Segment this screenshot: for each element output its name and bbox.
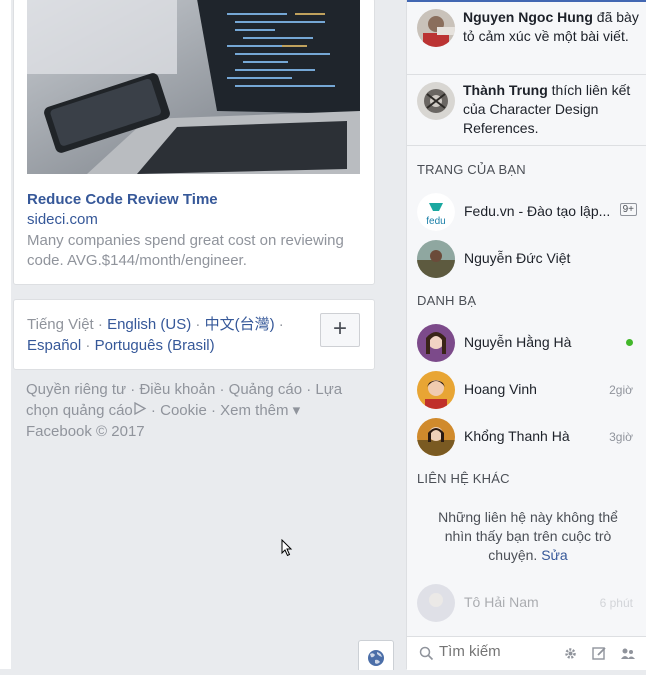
contact-item[interactable]: Khổng Thanh Hà 3giờ xyxy=(407,415,646,459)
gear-icon[interactable] xyxy=(563,646,578,666)
footer-advertising-link[interactable]: Quảng cáo xyxy=(229,381,302,398)
caret-down-icon: ▾ xyxy=(288,402,301,419)
avatar[interactable] xyxy=(417,9,455,47)
avatar[interactable] xyxy=(417,82,455,120)
page-name[interactable]: Nguyễn Đức Việt xyxy=(464,250,570,266)
ad-title[interactable]: Reduce Code Review Time xyxy=(27,191,218,208)
divider xyxy=(407,74,646,75)
last-active-time: 2giờ xyxy=(609,383,633,397)
sponsored-ad-card[interactable]: Reduce Code Review Time sideci.com Many … xyxy=(13,0,375,285)
contact-item[interactable]: Nguyễn Hằng Hà xyxy=(407,321,646,365)
section-title-other-contacts: LIÊN HỆ KHÁC xyxy=(417,471,510,486)
left-edge xyxy=(0,0,11,669)
footer-privacy-link[interactable]: Quyền riêng tư xyxy=(26,381,126,398)
page-item[interactable]: Nguyễn Đức Việt xyxy=(407,237,646,281)
ad-description: Many companies spend great cost on revie… xyxy=(27,232,344,269)
avatar[interactable]: fedu xyxy=(417,193,455,231)
section-title-contacts: DANH BẠ xyxy=(417,293,477,308)
avatar[interactable] xyxy=(417,240,455,278)
other-contacts-message: Những liên hệ này không thể nhìn thấy bạ… xyxy=(438,509,618,563)
contact-name[interactable]: Khổng Thanh Hà xyxy=(464,428,570,444)
ticker-actor[interactable]: Nguyen Ngoc Hung xyxy=(463,9,593,25)
avatar[interactable] xyxy=(417,324,455,362)
section-title-pages: TRANG CỦA BẠN xyxy=(417,162,526,177)
ad-domain[interactable]: sideci.com xyxy=(27,211,98,228)
footer-terms-link[interactable]: Điều khoản xyxy=(139,381,215,398)
divider xyxy=(407,145,646,146)
right-sidebar: Nguyen Ngoc Hung đã bày tỏ cảm xúc về mộ… xyxy=(406,0,646,670)
language-current: Tiếng Việt xyxy=(27,316,94,333)
chat-search-input[interactable] xyxy=(439,643,559,660)
ticker-item[interactable]: Nguyen Ngoc Hung đã bày tỏ cảm xúc về mộ… xyxy=(417,8,645,72)
contact-item-faded[interactable]: Tô Hải Nam 6 phút xyxy=(407,581,646,625)
last-active-time: 3giờ xyxy=(609,430,633,444)
page-name[interactable]: Fedu.vn - Đào tạo lập... xyxy=(464,203,610,219)
contact-name[interactable]: Nguyễn Hằng Hà xyxy=(464,334,571,350)
online-status-dot xyxy=(626,339,633,346)
ticker-actor[interactable]: Thành Trung xyxy=(463,82,548,98)
svg-text:fedu: fedu xyxy=(426,216,445,227)
ticker-text: Thành Trung thích liên kết của Character… xyxy=(463,81,643,138)
avatar[interactable] xyxy=(417,584,455,622)
language-link-english[interactable]: English (US) xyxy=(107,316,191,333)
ticker-text: Nguyen Ngoc Hung đã bày tỏ cảm xúc về mộ… xyxy=(463,8,643,46)
sidebar-top-border xyxy=(407,0,646,2)
globe-icon xyxy=(368,650,384,666)
adchoices-icon[interactable] xyxy=(133,401,147,419)
language-list: Tiếng Việt · English (US) · 中文(台灣) · Esp… xyxy=(27,316,284,354)
add-language-button[interactable]: + xyxy=(320,313,360,347)
footer-more-link[interactable]: Xem thêm ▾ xyxy=(220,402,300,419)
last-active-time: 6 phút xyxy=(599,596,633,610)
footer-cookie-link[interactable]: Cookie xyxy=(160,402,207,419)
contact-name[interactable]: Tô Hải Nam xyxy=(464,594,539,610)
notification-badge: 9+ xyxy=(619,203,637,216)
contact-item[interactable]: Hoang Vinh 2giờ xyxy=(407,368,646,412)
language-link-portuguese[interactable]: Português (Brasil) xyxy=(95,337,215,354)
language-link-spanish[interactable]: Español xyxy=(27,337,81,354)
contact-name[interactable]: Hoang Vinh xyxy=(464,381,537,397)
ticker-item[interactable]: Thành Trung thích liên kết của Character… xyxy=(417,81,645,141)
avatar[interactable] xyxy=(417,371,455,409)
mouse-cursor-icon xyxy=(281,538,293,562)
main-column: Reduce Code Review Time sideci.com Many … xyxy=(0,0,406,670)
avatar[interactable] xyxy=(417,418,455,456)
language-link-chinese[interactable]: 中文(台灣) xyxy=(205,316,275,333)
language-card: Tiếng Việt · English (US) · 中文(台灣) · Esp… xyxy=(13,299,375,370)
search-icon xyxy=(419,646,434,666)
create-group-icon[interactable] xyxy=(620,646,636,666)
footer-links: Quyền riêng tư · Điều khoản · Quảng cáo … xyxy=(26,381,343,440)
new-message-icon[interactable] xyxy=(592,646,607,666)
edit-link[interactable]: Sửa xyxy=(541,547,568,563)
ad-image[interactable] xyxy=(27,0,360,174)
copyright: Facebook © 2017 xyxy=(26,423,145,440)
chat-globe-button[interactable] xyxy=(358,640,394,670)
page-item[interactable]: fedu Fedu.vn - Đào tạo lập... 9+ xyxy=(407,190,646,234)
chat-search-bar xyxy=(407,636,646,670)
